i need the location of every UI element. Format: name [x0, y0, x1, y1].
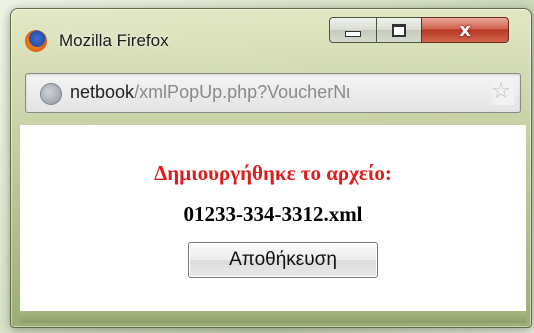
- url-path: /xmlPopUp.php?VoucherNι: [134, 82, 351, 102]
- maximize-button[interactable]: [376, 17, 422, 43]
- maximize-icon: [392, 23, 406, 37]
- url-text[interactable]: netbook/xmlPopUp.php?VoucherNι: [70, 82, 350, 103]
- minimize-button[interactable]: [329, 17, 377, 43]
- firefox-popup-window: Mozilla Firefox x netbook/xmlPopUp.php?V…: [10, 8, 532, 328]
- file-created-message: Δημιουργήθηκε το αρχείο:: [154, 161, 392, 185]
- close-icon: x: [459, 19, 471, 41]
- popup-content: Δημιουργήθηκε το αρχείο: 01233-334-3312.…: [20, 125, 526, 311]
- firefox-logo-icon: [25, 30, 47, 52]
- star-icon[interactable]: ☆: [488, 79, 514, 105]
- close-button[interactable]: x: [421, 17, 509, 43]
- file-name: 01233-334-3312.xml: [183, 202, 363, 226]
- globe-icon: [40, 83, 62, 105]
- title-bar[interactable]: Mozilla Firefox x: [11, 9, 531, 67]
- url-host: netbook: [70, 82, 135, 102]
- save-button[interactable]: Αποθήκευση: [188, 242, 378, 278]
- window-title: Mozilla Firefox: [59, 31, 169, 50]
- address-bar[interactable]: netbook/xmlPopUp.php?VoucherNι ☆: [25, 73, 521, 113]
- minimize-icon: [345, 31, 361, 37]
- window-bottom-border: [20, 311, 526, 323]
